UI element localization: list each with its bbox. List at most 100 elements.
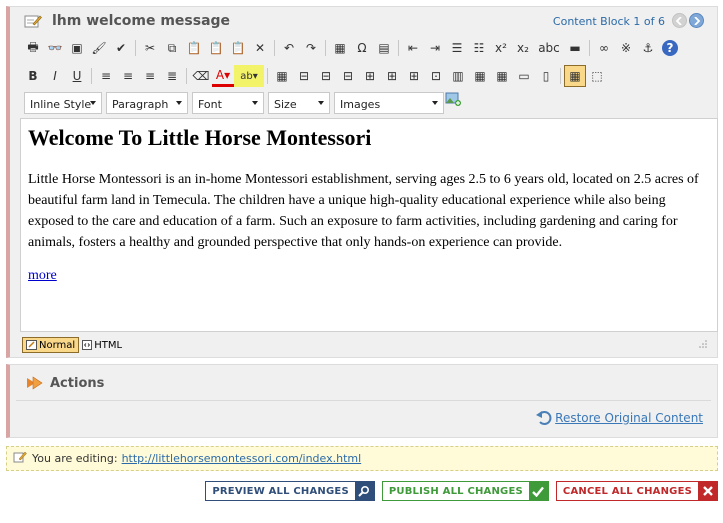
insert-column-before-icon[interactable]: ⊞ [359,65,381,87]
inline-style-select-label: Inline Style [30,98,92,111]
paste-word-icon[interactable]: 📋 [227,37,249,59]
cancel-all-changes-button[interactable]: CANCEL ALL CHANGES [555,481,718,501]
next-block-button[interactable] [689,13,704,28]
cut-icon[interactable]: ✂ [139,37,161,59]
bold-icon[interactable]: B [22,65,44,87]
redo-icon[interactable]: ↷ [300,37,322,59]
eraser-icon[interactable]: ⌫ [190,65,212,87]
font-select[interactable]: Font [192,92,264,114]
toolbar-separator [589,40,590,56]
align-center-icon[interactable]: ≡ [117,65,139,87]
html-mode-tab[interactable]: HTML [79,337,125,353]
insert-row-after-icon[interactable]: ⊟ [315,65,337,87]
editor-heading: Welcome To Little Horse Montessori [28,125,372,150]
chevron-right-icon [694,16,700,25]
row-properties-icon[interactable]: ▭ [513,65,535,87]
actions-arrow-icon [26,376,44,393]
unordered-list-icon[interactable]: ☷ [468,37,490,59]
images-select[interactable]: Images [334,92,444,114]
unlink-icon[interactable]: ※ [615,37,637,59]
subscript-icon[interactable]: x₂ [512,37,534,59]
editor-paragraph: Little Horse Montessori is an in-home Mo… [28,172,699,250]
ordered-list-icon[interactable]: ☰ [446,37,468,59]
images-select-label: Images [340,98,381,111]
cancel-button-label: CANCEL ALL CHANGES [562,486,692,497]
editor-mode-bar: Normal HTML [22,336,125,354]
design-mode-icon [26,340,37,350]
insert-column-after-icon[interactable]: ⊞ [381,65,403,87]
insert-snippet-icon[interactable]: ▤ [373,37,395,59]
publish-all-changes-button[interactable]: PUBLISH ALL CHANGES [381,481,549,501]
remove-format-icon[interactable]: ✕ [249,37,271,59]
strikethrough-icon[interactable]: abc [534,37,564,59]
help-icon[interactable]: ? [662,40,678,56]
toolbar-separator [560,68,561,84]
find-icon[interactable]: 👓 [44,37,66,59]
show-borders-icon[interactable]: ▦ [564,65,586,87]
toolbar-separator [274,40,275,56]
paragraph-format-select[interactable]: Paragraph [106,92,188,114]
previous-block-button[interactable] [672,13,687,28]
actions-divider [16,400,711,401]
anchor-icon[interactable]: ⚓ [637,37,659,59]
delete-row-icon[interactable]: ⊟ [337,65,359,87]
chevron-down-icon [318,101,324,105]
rich-text-editor[interactable]: Welcome To Little Horse Montessori Littl… [20,118,718,332]
preview-icon[interactable]: ▣ [66,37,88,59]
editing-url-link[interactable]: http://littlehorsemontessori.com/index.h… [122,452,362,465]
delete-column-icon[interactable]: ⊞ [403,65,425,87]
content-block-header: lhm welcome message Content Block 1 of 6 [10,7,717,35]
italic-icon[interactable]: I [44,65,66,87]
horizontal-rule-icon[interactable]: ▬ [564,37,586,59]
inline-style-select[interactable]: Inline Style [24,92,102,114]
column-properties-icon[interactable]: ▯ [535,65,557,87]
highlight-color-icon[interactable]: ab▾ [234,65,264,87]
align-left-icon[interactable]: ≡ [95,65,117,87]
spellcheck-icon[interactable]: ✔ [110,37,132,59]
cell-properties-icon[interactable]: ▦ [491,65,513,87]
editing-notice: You are editing: http://littlehorsemonte… [6,446,718,471]
font-color-icon[interactable]: A▾ [212,65,234,87]
checkmark-icon [528,482,548,500]
underline-icon[interactable]: U [66,65,88,87]
superscript-icon[interactable]: x² [490,37,512,59]
insert-image-icon[interactable]: ▦ [329,37,351,59]
source-mode-icon [82,340,93,350]
paragraph-format-select-label: Paragraph [112,98,169,111]
more-link[interactable]: more [28,268,57,284]
insert-image-button[interactable] [445,91,461,110]
format-dropdowns: Inline Style Paragraph Font Size Images [24,92,448,114]
content-block-panel: lhm welcome message Content Block 1 of 6… [6,6,718,358]
restore-original-content-link[interactable]: Restore Original Content [536,411,703,425]
chevron-left-icon [676,16,682,25]
toolbar-separator [186,68,187,84]
chevron-down-icon [176,101,182,105]
link-icon[interactable]: ∞ [593,37,615,59]
paste-icon[interactable]: 📋 [183,37,205,59]
outdent-icon[interactable]: ⇤ [402,37,424,59]
align-right-icon[interactable]: ≡ [139,65,161,87]
align-justify-icon[interactable]: ≣ [161,65,183,87]
special-char-icon[interactable]: Ω [351,37,373,59]
add-image-icon [445,92,461,106]
resize-grip-icon[interactable] [699,338,707,351]
table-properties-icon[interactable]: ▦ [469,65,491,87]
indent-icon[interactable]: ⇥ [424,37,446,59]
merge-cells-icon[interactable]: ⊡ [425,65,447,87]
font-select-label: Font [198,98,222,111]
pencil-icon [13,451,27,466]
preview-all-changes-button[interactable]: PREVIEW ALL CHANGES [205,481,375,501]
normal-mode-tab[interactable]: Normal [22,337,80,353]
undo-icon[interactable]: ↶ [278,37,300,59]
show-blocks-icon[interactable]: ⬚ [586,65,608,87]
spellcheck-brush-icon[interactable]: 🖌 [88,37,110,59]
paste-text-icon[interactable]: 📋 [205,37,227,59]
print-icon[interactable]: 🖶 [22,37,44,59]
preview-button-label: PREVIEW ALL CHANGES [212,486,349,497]
split-cell-icon[interactable]: ▥ [447,65,469,87]
insert-row-before-icon[interactable]: ⊟ [293,65,315,87]
copy-icon[interactable]: ⧉ [161,37,183,59]
size-select[interactable]: Size [268,92,330,114]
insert-table-icon[interactable]: ▦ [271,65,293,87]
magnifier-icon [354,482,374,500]
